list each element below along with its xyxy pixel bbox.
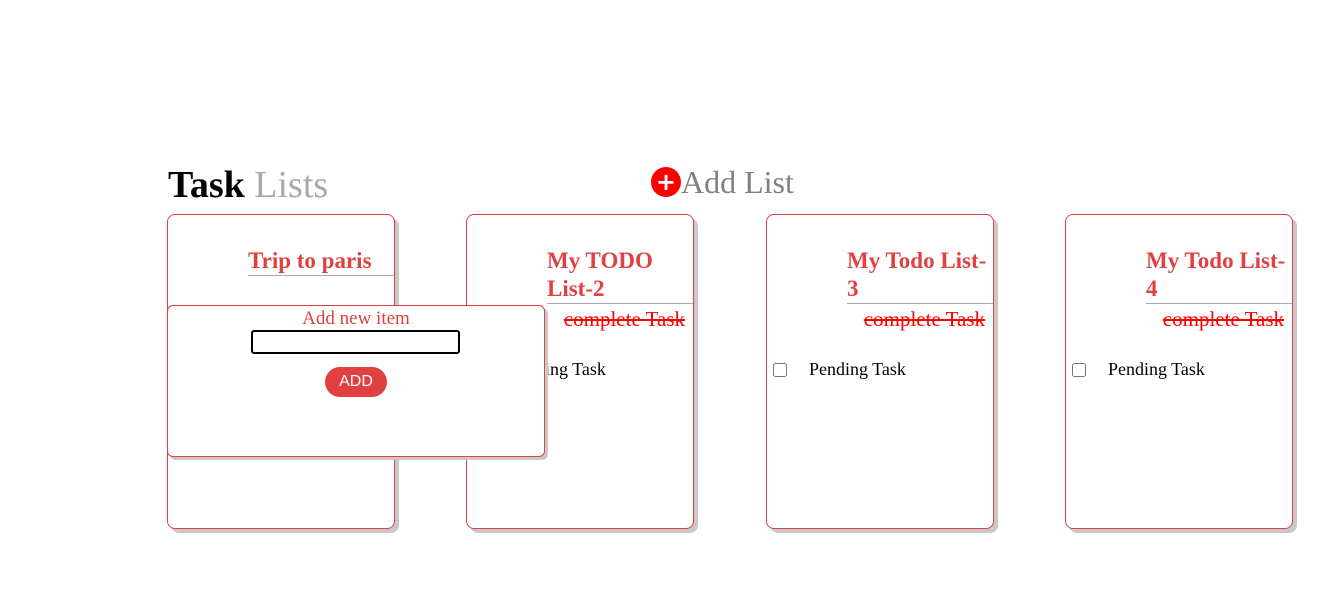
list-title[interactable]: My TODO List-2 [547,247,693,304]
completed-task[interactable]: complete Task [864,307,985,332]
task-checkbox[interactable] [1072,362,1086,377]
add-item-button[interactable]: ADD [325,367,387,397]
task-checkbox[interactable] [773,362,787,377]
completed-task[interactable]: complete Task [564,307,685,332]
add-item-label: Add new item [302,308,410,329]
add-item-popup: Add new item ADD [167,305,545,457]
task-label: Pending Task [1108,359,1205,379]
list-title[interactable]: Trip to paris [248,247,394,276]
pending-task: Pending Task [1072,359,1205,380]
list-title[interactable]: My Todo List-3 [847,247,993,304]
add-list-button[interactable]: + Add List [651,162,794,202]
new-item-input[interactable] [251,330,460,354]
completed-task[interactable]: complete Task [1163,307,1284,332]
task-label: Pending Task [809,359,906,379]
pending-task: Pending Task [773,359,906,380]
title-lists: Lists [254,164,329,206]
plus-circle-icon: + [651,167,681,197]
page-title: Task Lists [168,162,328,208]
add-list-label: Add List [681,164,794,200]
list-card: My Todo List-3 complete Task Pending Tas… [766,214,994,529]
title-task: Task [168,164,245,206]
list-title[interactable]: My Todo List-4 [1146,247,1292,304]
list-card: My Todo List-4 complete Task Pending Tas… [1065,214,1293,529]
